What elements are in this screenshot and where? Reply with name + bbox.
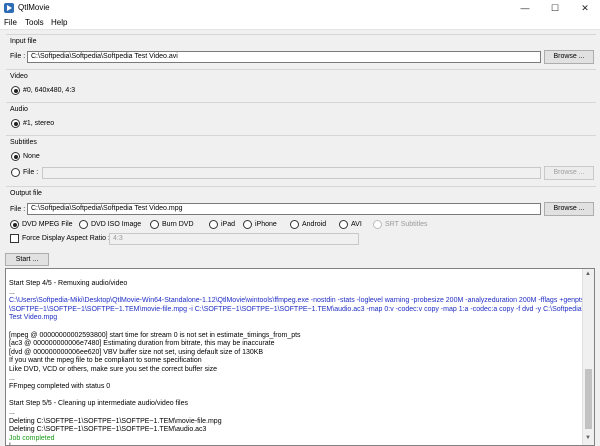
- log-scrollbar[interactable]: ▲ ▼: [582, 269, 594, 445]
- video-track-radio[interactable]: [11, 86, 20, 95]
- input-file-label: File :: [10, 53, 26, 60]
- log-line: Start Step 4/5 - Remuxing audio/video: [9, 280, 128, 287]
- output-file-group: Output file File : C:\Softpedia\Softpedi…: [6, 186, 596, 248]
- menu-file[interactable]: File: [4, 18, 17, 27]
- format-burn-dvd-radio[interactable]: [150, 220, 159, 229]
- force-ratio-label: Force Display Aspect Ratio :: [22, 235, 110, 242]
- subtitles-none-radio[interactable]: [11, 152, 20, 161]
- text-cursor: |: [9, 442, 11, 445]
- title-bar: QtlMovie — ☐ ✕: [0, 0, 600, 16]
- format-dvd-iso-radio[interactable]: [79, 220, 88, 229]
- scroll-up-icon[interactable]: ▲: [585, 271, 591, 277]
- format-dvd-iso-label: DVD ISO Image: [91, 221, 142, 228]
- scroll-thumb[interactable]: [585, 369, 592, 429]
- log-line: FFmpeg completed with status 0: [9, 383, 111, 391]
- format-dvd-mpeg-label: DVD MPEG File: [22, 221, 73, 228]
- format-iphone-radio[interactable]: [243, 220, 252, 229]
- format-android-label: Android: [302, 221, 327, 228]
- log-line: Job completed: [9, 434, 55, 442]
- window-title: QtlMovie: [18, 3, 50, 12]
- scroll-down-icon[interactable]: ▼: [585, 435, 591, 441]
- subtitles-browse-button[interactable]: Browse ...: [544, 166, 594, 180]
- aspect-ratio-select[interactable]: 4:3: [109, 233, 359, 245]
- output-file-title: Output file: [10, 190, 42, 197]
- format-avi-radio[interactable]: [339, 220, 348, 229]
- input-file-title: Input file: [10, 38, 37, 45]
- subtitles-file-label: File :: [23, 169, 39, 176]
- format-ipad-label: iPad: [221, 221, 236, 228]
- audio-track-label: #1, stereo: [23, 120, 55, 127]
- format-dvd-mpeg-radio[interactable]: [10, 220, 19, 229]
- subtitles-group: Subtitles None File : Browse ...: [6, 135, 596, 183]
- log-line: Test Video.mpg: [9, 314, 58, 322]
- menu-bar: File Tools Help: [0, 16, 600, 30]
- format-iphone-label: iPhone: [255, 221, 277, 228]
- menu-help[interactable]: Help: [51, 18, 67, 27]
- format-ipad-radio[interactable]: [209, 220, 218, 229]
- video-title: Video: [10, 73, 28, 80]
- subtitles-file-field[interactable]: [42, 167, 541, 179]
- audio-group: Audio #1, stereo: [6, 102, 596, 132]
- log-line: Like DVD, VCD or others, make sure you s…: [9, 366, 218, 373]
- input-file-group: Input file File : C:\Softpedia\Softpedia…: [6, 34, 596, 66]
- audio-track-radio[interactable]: [11, 119, 20, 128]
- minimize-button[interactable]: —: [510, 0, 540, 16]
- log-line: Start Step 5/5 - Cleaning up intermediat…: [9, 400, 188, 408]
- format-avi-label: AVI: [351, 221, 362, 228]
- format-srt-label: SRT Subtitles: [385, 221, 428, 228]
- format-srt-radio[interactable]: [373, 220, 382, 229]
- output-browse-button[interactable]: Browse ...: [544, 202, 594, 216]
- format-android-radio[interactable]: [290, 220, 299, 229]
- menu-tools[interactable]: Tools: [25, 18, 44, 27]
- subtitles-file-radio[interactable]: [11, 168, 20, 177]
- subtitles-title: Subtitles: [10, 139, 37, 146]
- input-file-field[interactable]: C:\Softpedia\Softpedia\Softpedia Test Vi…: [27, 51, 541, 63]
- subtitles-none-label: None: [23, 153, 40, 160]
- video-track-label: #0, 640x480, 4:3: [23, 87, 76, 94]
- output-file-label: File :: [10, 206, 26, 213]
- maximize-button[interactable]: ☐: [540, 0, 570, 16]
- close-button[interactable]: ✕: [570, 0, 600, 16]
- video-group: Video #0, 640x480, 4:3: [6, 69, 596, 99]
- start-button[interactable]: Start ...: [5, 253, 49, 266]
- app-icon: [4, 3, 14, 13]
- log-line: \SOFTPE~1\SOFTPE~1\SOFTPE~1.TEM\movie-fi…: [9, 305, 595, 313]
- input-browse-button[interactable]: Browse ...: [544, 50, 594, 64]
- format-burn-dvd-label: Burn DVD: [162, 221, 194, 228]
- output-file-field[interactable]: C:\Softpedia\Softpedia\Softpedia Test Vi…: [27, 203, 541, 215]
- log-output[interactable]: Start Step 4/5 - Remuxing audio/video...…: [5, 268, 595, 446]
- audio-title: Audio: [10, 106, 28, 113]
- force-ratio-checkbox[interactable]: [10, 234, 19, 243]
